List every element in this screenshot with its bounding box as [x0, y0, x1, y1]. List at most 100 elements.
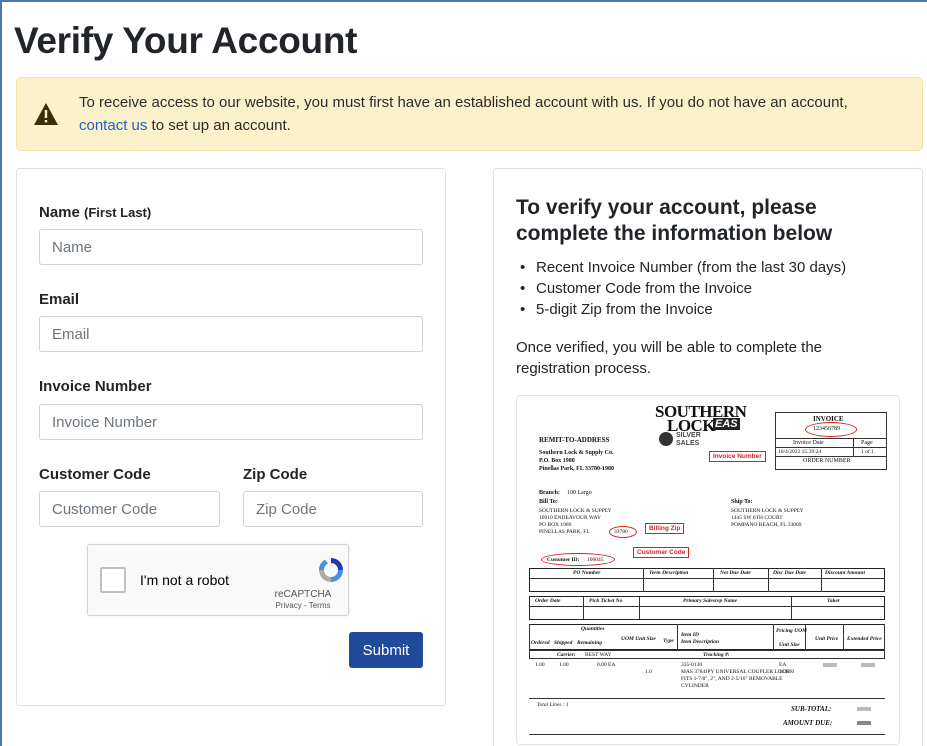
invoice-qty-col: Ordered	[531, 640, 550, 646]
invoice-redacted-amount	[857, 721, 871, 725]
requirement-item: Recent Invoice Number (from the last 30 …	[516, 257, 906, 278]
requirements-list: Recent Invoice Number (from the last 30 …	[516, 257, 906, 320]
invoice-carrier-label: Carrier:	[557, 652, 576, 658]
invoice-extended-price: Extended Price	[847, 636, 882, 642]
name-input[interactable]	[39, 229, 423, 265]
invoice-remit-line: P.O. Box 1980	[539, 458, 575, 464]
invoice-number-input[interactable]	[39, 404, 423, 440]
invoice-line-type: 1.0	[645, 669, 652, 675]
invoice-item-id-label: Item ID	[681, 632, 699, 638]
invoice-tracking-label: Tracking #:	[703, 652, 730, 658]
zip-code-label: Zip Code	[243, 466, 308, 483]
invoice-remit-line: Southern Lock & Supply Co.	[539, 450, 614, 456]
invoice-customer-id-label: Customer ID:	[547, 557, 580, 563]
instructions-card: To verify your account, please complete …	[493, 168, 923, 746]
invoice-line-uom: EA	[779, 662, 787, 668]
invoice-bill-line: SOUTHERN LOCK & SUPPLY	[539, 508, 612, 514]
invoice-line-unit-size: 1.0000	[779, 669, 795, 675]
invoice-date-label: Invoice Date	[793, 440, 824, 446]
recaptcha-widget: I'm not a robot reCAPTCHA Privacy - Term…	[87, 544, 349, 616]
invoice-line-desc: FITS 1-7/8", 2", AND 2-5/16" REMOVABLE	[681, 676, 783, 682]
invoice-page-value: 1 of 1	[861, 449, 874, 455]
invoice-redacted-price	[823, 663, 837, 667]
invoice-ship-line: POMPANO BEACH, FL 33069	[731, 522, 802, 528]
invoice-logo-sales: SALES	[676, 440, 700, 447]
invoice-ship-line: 1445 SW 6TH COURT	[731, 515, 783, 521]
invoice-bill-line: PINELLAS PARK, FL	[539, 529, 590, 535]
invoice-bill-line: 10910 ENDEAVOUR WAY	[539, 515, 601, 521]
invoice-total-lines: Total Lines : 1	[537, 702, 569, 708]
invoice-col-header: PO Number	[573, 570, 601, 576]
invoice-order-number-label: ORDER NUMBER	[803, 458, 851, 464]
page-title: Verify Your Account	[14, 20, 358, 61]
alert-text-after: to set up an account.	[147, 117, 291, 134]
invoice-branch-label: Branch:	[539, 490, 560, 496]
recaptcha-brand: reCAPTCHA	[274, 589, 332, 600]
recaptcha-logo-icon	[319, 558, 343, 582]
invoice-date-value: 10/4/2022 15:39:24	[778, 449, 822, 455]
recaptcha-checkbox[interactable]	[100, 567, 126, 593]
invoice-qty-col: UOM Unit Size	[621, 636, 656, 642]
invoice-redacted-subtotal	[857, 707, 871, 711]
invoice-line-desc: CYLINDER	[681, 683, 709, 689]
invoice-logo-silver: SILVER	[676, 432, 701, 439]
invoice-col-header: Taker	[827, 598, 840, 604]
invoice-logo-mark	[659, 432, 673, 446]
email-input[interactable]	[39, 316, 423, 352]
invoice-item-desc-label: Item Description	[681, 639, 720, 645]
customer-code-label: Customer Code	[39, 466, 151, 483]
invoice-customer-id-value: 100045	[587, 557, 604, 563]
invoice-bill-to-label: Bill To:	[539, 499, 558, 505]
invoice-redacted-price	[861, 663, 875, 667]
invoice-col-header: Net Due Date	[720, 570, 751, 576]
invoice-unit-price: Unit Price	[815, 636, 839, 642]
instructions-paragraph: Once verified, you will be able to compl…	[516, 339, 822, 377]
invoice-number-label: Invoice Number	[39, 378, 152, 395]
invoice-branch-value: 100 Largo	[567, 490, 592, 496]
warning-icon	[34, 103, 58, 125]
instructions-title: To verify your account, please complete …	[516, 196, 833, 245]
invoice-ship-line: SOUTHERN LOCK & SUPPLY	[731, 508, 804, 514]
invoice-line-remaining: 0.00 EA	[597, 662, 616, 668]
requirement-item: 5-digit Zip from the Invoice	[516, 299, 906, 320]
invoice-amount-due-label: AMOUNT DUE:	[783, 719, 833, 727]
window-top-border	[0, 0, 927, 2]
verification-form-card: Name (First Last) Email Invoice Number C…	[16, 168, 446, 706]
invoice-line-shipped: 1.00	[559, 662, 569, 668]
invoice-line-item-id: 335-0130	[681, 662, 703, 668]
requirement-item: Customer Code from the Invoice	[516, 278, 906, 299]
invoice-qty-col: Shipped	[554, 640, 573, 646]
invoice-remit-heading: REMIT-TO-ADDRESS	[539, 436, 610, 444]
sample-invoice-image: SOUTHERN LOCK EAS SILVER SALES REMIT-TO-…	[516, 395, 900, 745]
invoice-col-header: Discount Amount	[825, 570, 865, 576]
recaptcha-privacy-terms[interactable]: Privacy - Terms	[268, 601, 338, 610]
submit-button[interactable]: Submit	[349, 632, 423, 668]
warning-alert: To receive access to our website, you mu…	[16, 77, 923, 151]
callout-customer-code: Customer Code	[633, 547, 690, 558]
invoice-ship-to-label: Ship To:	[731, 499, 753, 505]
zip-code-input[interactable]	[243, 491, 423, 527]
invoice-col-header: Primary Salesrep Name	[683, 598, 738, 604]
customer-code-input[interactable]	[39, 491, 220, 527]
invoice-unit-size: Unit Size	[779, 642, 800, 648]
invoice-pricing-uom: Pricing UOM	[776, 628, 808, 634]
invoice-col-header: Order Date	[535, 598, 561, 604]
callout-billing-zip: Billing Zip	[645, 523, 685, 534]
contact-us-link[interactable]: contact us	[79, 117, 147, 134]
invoice-bill-zip: 33780	[614, 529, 628, 535]
email-label: Email	[39, 291, 80, 308]
alert-text-before: To receive access to our website, you mu…	[79, 94, 848, 111]
invoice-col-header: Disc Due Date	[773, 570, 806, 576]
invoice-page-label: Page	[861, 440, 873, 446]
invoice-qty-col: Type	[663, 638, 674, 644]
invoice-line-ordered: 1.00	[535, 662, 545, 668]
invoice-col-header: Pick Ticket No	[589, 598, 623, 604]
name-hint: (First Last)	[84, 205, 152, 220]
invoice-logo-eas: EAS	[713, 418, 740, 430]
invoice-quantities-label: Quantities	[581, 626, 605, 632]
invoice-col-header: Term Description	[649, 570, 689, 576]
alert-message: To receive access to our website, you mu…	[79, 91, 909, 137]
window-left-border	[0, 0, 2, 746]
invoice-line-desc: MAS 3784JPY UNIVERSAL COUPLER LOCK	[681, 669, 790, 675]
invoice-number-value: 123456789	[813, 426, 840, 432]
